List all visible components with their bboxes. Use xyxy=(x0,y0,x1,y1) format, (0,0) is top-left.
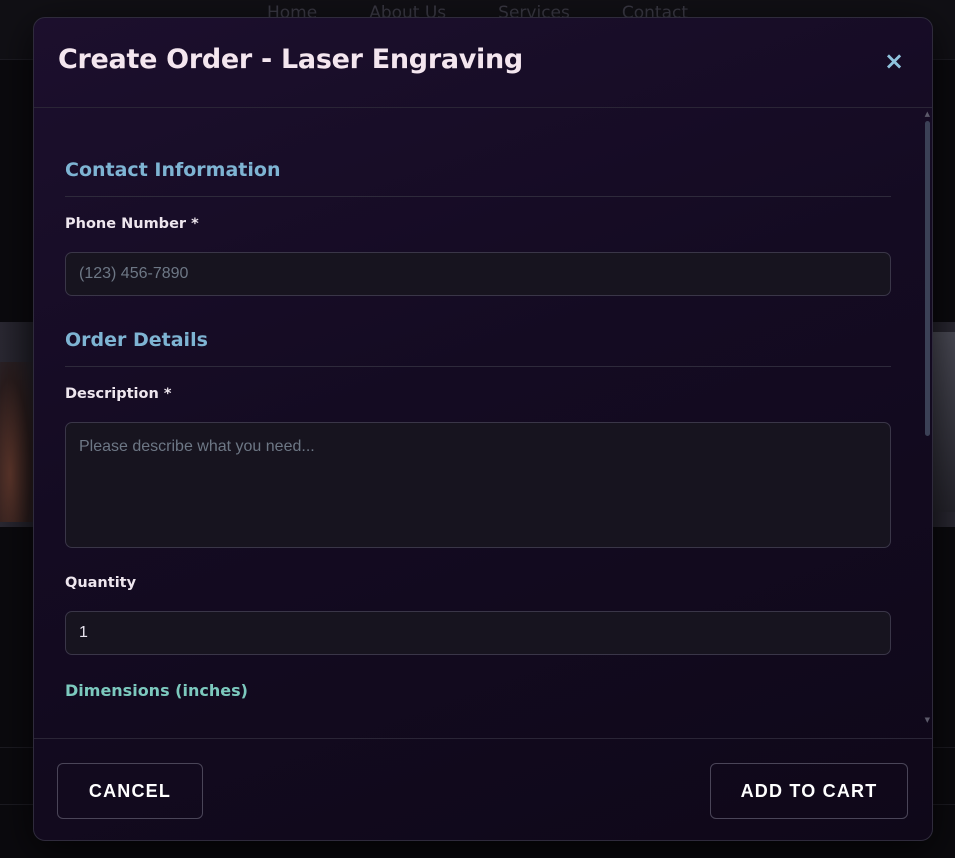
section-divider xyxy=(65,366,891,367)
create-order-modal: Create Order - Laser Engraving × Contact… xyxy=(33,17,933,841)
close-icon: × xyxy=(883,47,905,75)
cancel-button[interactable]: CANCEL xyxy=(57,763,203,819)
dimensions-title: Dimensions (inches) xyxy=(65,681,248,700)
modal-title: Create Order - Laser Engraving xyxy=(58,44,523,75)
background-image-right xyxy=(931,332,955,512)
scroll-down-arrow-icon[interactable]: ▼ xyxy=(925,717,930,724)
scroll-up-arrow-icon[interactable]: ▲ xyxy=(925,111,930,118)
quantity-label: Quantity xyxy=(65,575,137,591)
section-divider xyxy=(65,196,891,197)
modal-body: Contact Information Phone Number * Order… xyxy=(34,109,932,738)
description-label: Description * xyxy=(65,386,172,402)
add-to-cart-button[interactable]: ADD TO CART xyxy=(710,763,908,819)
description-textarea[interactable] xyxy=(65,422,891,548)
scrollbar-thumb[interactable] xyxy=(925,121,930,436)
modal-header: Create Order - Laser Engraving × xyxy=(34,18,932,108)
quantity-input[interactable] xyxy=(65,611,891,655)
section-title-order: Order Details xyxy=(65,329,208,351)
modal-footer: CANCEL ADD TO CART xyxy=(34,738,932,840)
phone-input[interactable] xyxy=(65,252,891,296)
modal-scrollbar[interactable]: ▲ ▼ xyxy=(922,109,932,738)
section-title-contact: Contact Information xyxy=(65,159,281,181)
close-button[interactable]: × xyxy=(882,49,906,73)
background-image-left xyxy=(0,362,34,522)
phone-label: Phone Number * xyxy=(65,216,199,232)
